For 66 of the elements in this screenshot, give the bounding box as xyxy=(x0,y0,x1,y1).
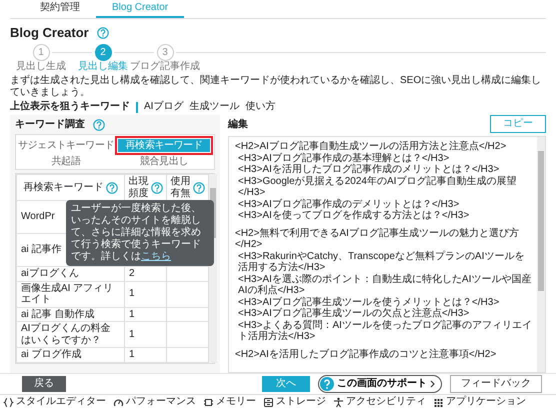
table-cell: 1 xyxy=(124,307,166,322)
table-cell: ai ブログ作成 xyxy=(16,348,124,362)
help-icon xyxy=(93,119,105,132)
grid-icon xyxy=(433,396,444,408)
step-label: ブログ記事作成 xyxy=(130,60,200,72)
heading-line: <H3>AIブログ記事生成ツールの欠点と注意点</H3> xyxy=(237,308,470,320)
support-button[interactable]: この画面のサポート xyxy=(318,375,442,393)
help-icon xyxy=(150,182,162,194)
heading-line: <H3>RakurinやCatchy、Transcopeなど無料プランのAIツールを活用する方法</H3> xyxy=(237,250,526,274)
heading-line: <H3>AIを活用したブログ記事作成のメリットとは？</H3> xyxy=(237,164,500,176)
heading-line: <H3>AIを使ってブログを作成する方法とは？</H3> xyxy=(237,210,470,222)
table-cell: AIブログくんの料金はいくらですか？ xyxy=(16,322,124,348)
devtools-tab[interactable]: スタイルエディター xyxy=(3,396,106,408)
column-title: 出現頻度 xyxy=(128,176,148,200)
page-title: Blog Creator xyxy=(10,25,89,41)
step-label: 見出し編集 xyxy=(78,60,128,72)
devtools-tab[interactable]: アクセシビリティ xyxy=(333,396,426,408)
heading-line: <H2>AIブログ記事自動生成ツールの活用方法と注意点</H2> xyxy=(235,141,508,152)
heading-line: <H3>AIブログ記事作成のデメリットとは？</H3> xyxy=(237,198,460,210)
braces-icon xyxy=(3,396,14,408)
step-circle: 3 xyxy=(156,44,174,61)
heading-line: <H2>AIを活用したブログ記事作成のコツと注意事項</H2> xyxy=(235,348,498,360)
heading-line: <H2>無料で利用できるAIブログ記事生成ツールの魅力と選び方</H2> xyxy=(235,228,520,250)
tab[interactable]: 契約管理 xyxy=(24,0,96,18)
column-title: 使用有無 xyxy=(170,176,190,200)
heading-line: <H3>Googleが見据える2024年のAIブログ記事自動生成の展望</H3> xyxy=(237,176,518,198)
target-keyword: 生成ツール xyxy=(189,101,240,114)
table-cell: 画像生成AI アフィリエイト xyxy=(16,281,124,308)
keyword-label: 上位表示を狙うキーワード xyxy=(10,101,130,114)
table-cell: 1 xyxy=(124,322,166,348)
description-text: まずは生成された見出し構成を確認して、関連キーワードが使われているかを確認し、SEOに強い見出し構成に編集していきましょう。 xyxy=(10,75,542,98)
heading-line: <H3>よくある質問：AIツールを使ったブログ記事のアフィリエイト活用方法</H3> xyxy=(237,320,533,343)
heading-line: <H3>AIを選ぶ際のポイント：自動生成に特化したAIツールや国産AIの利点</H3> xyxy=(237,274,532,296)
step-circle: 2 xyxy=(94,44,112,61)
feedback-button[interactable]: フィードバック xyxy=(450,375,542,393)
help-icon xyxy=(320,377,334,391)
editor-box[interactable] xyxy=(228,136,546,373)
scrollbar[interactable] xyxy=(537,137,545,372)
support-label: この画面のサポート xyxy=(337,378,427,390)
heading-line: <H3>AIブログ記事作成の基本理解とは？</H3> xyxy=(237,152,450,164)
tooltip-link[interactable]: こちら xyxy=(141,251,171,262)
heading-line: <H3>AIブログ記事生成ツールを使うメリットとは？</H3> xyxy=(237,296,500,308)
panel-title: キーワード調査 xyxy=(15,118,85,132)
devtools-tab[interactable]: メモリー xyxy=(203,396,256,408)
chevron-icon xyxy=(430,380,435,388)
person-icon xyxy=(333,396,344,408)
table-cell: 1 xyxy=(124,281,166,308)
help-icon xyxy=(106,182,118,194)
step-label: 見出し生成 xyxy=(16,60,66,72)
step-circle: 1 xyxy=(32,44,50,61)
table-cell: ai 記事 自動作成 xyxy=(16,307,124,322)
devtools-tab[interactable]: ストレージ xyxy=(263,396,326,408)
chip-icon xyxy=(203,396,214,408)
help-icon xyxy=(96,26,109,39)
table-cell: 1 xyxy=(124,348,166,362)
gauge-icon xyxy=(113,396,124,408)
help-icon xyxy=(192,182,204,194)
devtools-tab[interactable]: パフォーマンス xyxy=(113,396,196,408)
devtools-tab[interactable]: アプリケーション xyxy=(433,396,526,408)
column-title: 再検索キーワード xyxy=(24,182,104,194)
target-keyword: AIブログ xyxy=(144,101,184,114)
back-button[interactable]: 戻る xyxy=(22,376,66,392)
editor-title: 編集 xyxy=(228,118,248,132)
target-keyword: 使い方 xyxy=(245,101,276,114)
segment-tab[interactable]: サジェストキーワード xyxy=(17,139,115,152)
storage-icon xyxy=(263,396,274,408)
